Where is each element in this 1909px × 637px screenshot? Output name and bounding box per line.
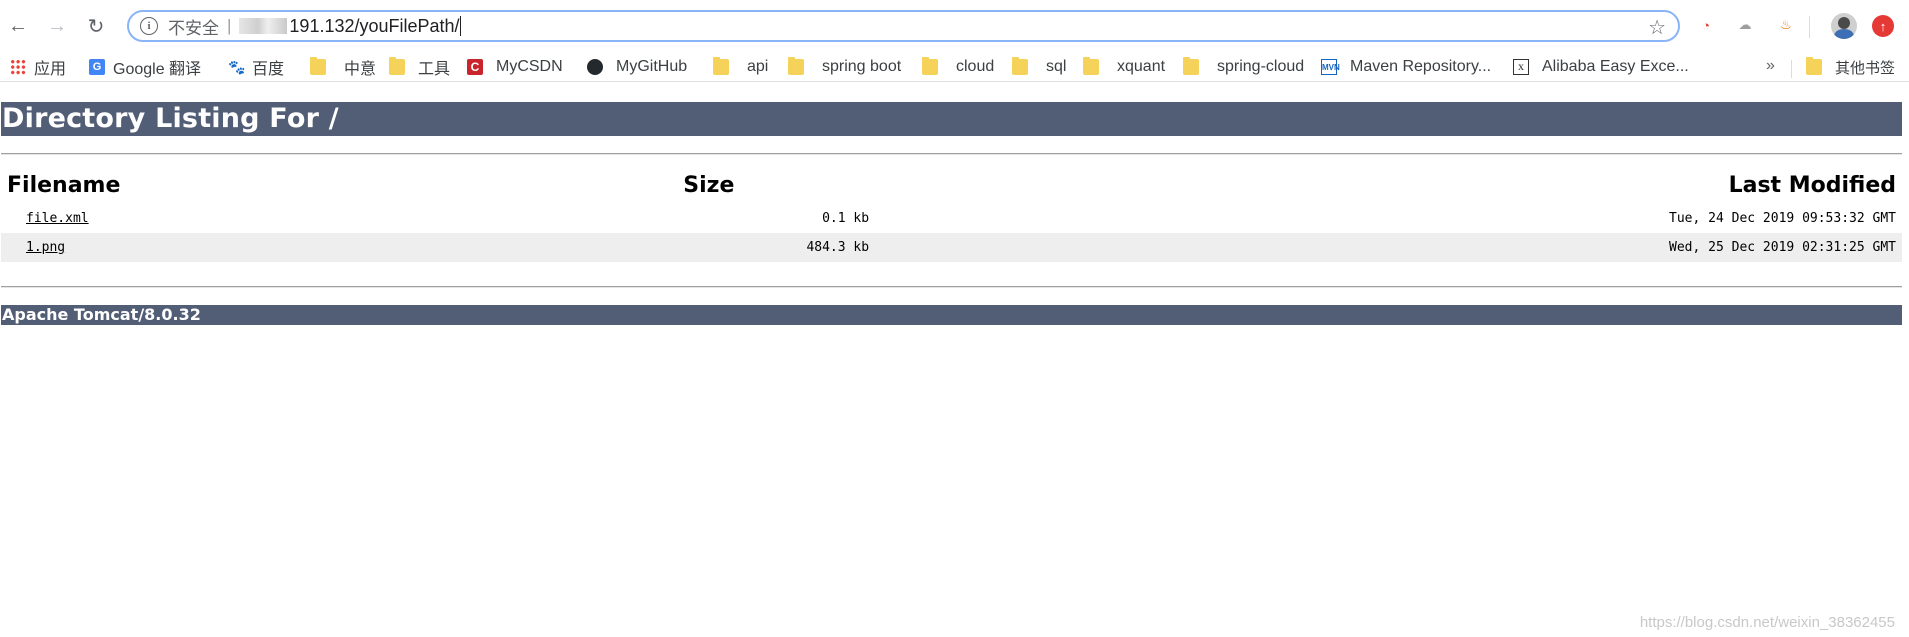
size-cell: 484.3 kb [536, 233, 882, 262]
folder-icon [1183, 57, 1199, 75]
folder-icon [922, 57, 938, 75]
excel-icon: x [1513, 59, 1529, 75]
bookmarks-divider [1791, 60, 1792, 78]
security-label[interactable]: 不安全 [168, 14, 219, 39]
bookmark-folder-zhongyi[interactable]: 中意 [310, 56, 376, 78]
apps-grid-icon [10, 59, 26, 75]
filename-cell: 1.png [1, 233, 537, 262]
column-header-size: Size [683, 172, 735, 198]
bookmark-label: 其他书签 [1835, 59, 1896, 77]
reload-icon[interactable]: ↻ [82, 12, 110, 40]
bookmark-folder-tools[interactable]: 工具 [389, 56, 450, 78]
bookmark-mycsdn[interactable]: C MyCSDN [467, 56, 563, 78]
bookmark-alibaba-easy-excel[interactable]: x Alibaba Easy Exce... [1513, 56, 1689, 78]
column-header-last-modified: Last Modified [1728, 172, 1896, 198]
bookmark-label: 工具 [418, 61, 451, 78]
extension-icon[interactable]: ◔ [1695, 14, 1717, 36]
bookmark-folder-sql[interactable]: sql [1012, 56, 1066, 78]
google-translate-icon: G [89, 59, 105, 75]
table-header-row: Filename Size Last Modified [1, 166, 1902, 204]
bookmarks-bar: 应用 G Google 翻译 🐾 百度 中意 工具 C MyCSDN MyGit… [0, 52, 1909, 82]
back-arrow-icon[interactable]: ← [4, 12, 32, 40]
bookmark-baidu[interactable]: 🐾 百度 [228, 56, 284, 78]
bookmark-folder-cloud[interactable]: cloud [922, 56, 994, 78]
bookmark-label: sql [1046, 58, 1067, 75]
toolbar-divider [1809, 16, 1810, 38]
bookmark-label: Google 翻译 [113, 61, 202, 78]
github-icon [587, 59, 603, 75]
column-header-filename: Filename [7, 172, 121, 198]
page-title: Directory Listing For / [1, 102, 1902, 136]
bookmark-other-bookmarks[interactable]: 其他书签 [1806, 56, 1895, 78]
folder-icon [310, 57, 326, 75]
server-footer: Apache Tomcat/8.0.32 [1, 305, 1902, 325]
bookmark-label: MyCSDN [496, 58, 563, 75]
folder-icon [1083, 57, 1099, 75]
bookmark-maven-repository[interactable]: MVN Maven Repository... [1321, 56, 1491, 78]
url-text[interactable]: 191.132/youFilePath/ [289, 16, 459, 37]
bookmark-label: Maven Repository... [1350, 58, 1492, 75]
bookmark-label: spring-cloud [1217, 58, 1305, 75]
baidu-icon: 🐾 [228, 59, 246, 75]
browser-toolbar: ← → ↻ i 不安全 | 191.132/youFilePath/ ☆ ◔ ☁… [0, 0, 1909, 52]
maven-icon: MVN [1321, 59, 1340, 75]
address-bar[interactable]: i 不安全 | 191.132/youFilePath/ ☆ [127, 10, 1680, 42]
bookmark-folder-xquant[interactable]: xquant [1083, 56, 1165, 78]
page-content: Directory Listing For / Filename Size La… [0, 82, 1909, 637]
bookmark-label: spring boot [822, 58, 902, 75]
file-listing-table: Filename Size Last Modified file.xml 0.1… [1, 166, 1902, 262]
redacted-host [239, 18, 288, 34]
bookmark-google-translate[interactable]: G Google 翻译 [89, 56, 201, 78]
folder-icon [713, 57, 729, 75]
folder-icon [788, 57, 804, 75]
bookmark-label: 百度 [252, 61, 285, 78]
profile-avatar[interactable] [1831, 13, 1857, 39]
modified-cell: Tue, 24 Dec 2019 09:53:32 GMT [1669, 211, 1896, 226]
bookmark-mygithub[interactable]: MyGitHub [587, 56, 687, 78]
bookmark-label: xquant [1117, 58, 1166, 75]
filename-cell: file.xml [1, 204, 537, 233]
table-row: file.xml 0.1 kb Tue, 24 Dec 2019 09:53:3… [1, 204, 1902, 233]
folder-icon [389, 57, 405, 75]
extension-icon[interactable]: ☁ [1734, 14, 1756, 36]
address-separator: | [227, 16, 232, 35]
bookmark-label: MyGitHub [616, 58, 688, 75]
bookmark-apps[interactable]: 应用 [10, 56, 66, 78]
table-row: 1.png 484.3 kb Wed, 25 Dec 2019 02:31:25… [1, 233, 1902, 262]
modified-cell: Wed, 25 Dec 2019 02:31:25 GMT [881, 233, 1902, 262]
file-link[interactable]: file.xml [26, 211, 89, 226]
csdn-icon: C [467, 59, 483, 75]
file-link[interactable]: 1.png [26, 240, 65, 255]
update-icon[interactable]: ↑ [1872, 15, 1894, 37]
bookmark-star-icon[interactable]: ☆ [1648, 15, 1666, 40]
bookmark-label: cloud [956, 58, 995, 75]
bookmark-folder-spring-cloud[interactable]: spring-cloud [1183, 56, 1304, 78]
bookmark-folder-spring-boot[interactable]: spring boot [788, 56, 901, 78]
bookmark-label: 中意 [344, 61, 377, 78]
extension-icon[interactable]: ♨ [1775, 14, 1797, 36]
bookmark-label: Alibaba Easy Exce... [1542, 58, 1689, 75]
info-icon[interactable]: i [140, 17, 158, 35]
folder-icon [1012, 57, 1028, 75]
watermark: https://blog.csdn.net/weixin_38362455 [1639, 614, 1895, 631]
bookmark-label: 应用 [34, 61, 67, 78]
text-cursor [459, 16, 461, 36]
bookmarks-overflow-button[interactable]: » [1766, 57, 1775, 75]
divider [1, 153, 1902, 155]
bookmark-folder-api[interactable]: api [713, 56, 768, 78]
folder-icon [1806, 57, 1822, 75]
divider [1, 286, 1902, 288]
bookmark-label: api [747, 58, 769, 75]
size-cell: 0.1 kb [822, 211, 870, 226]
forward-arrow-icon[interactable]: → [43, 12, 71, 40]
